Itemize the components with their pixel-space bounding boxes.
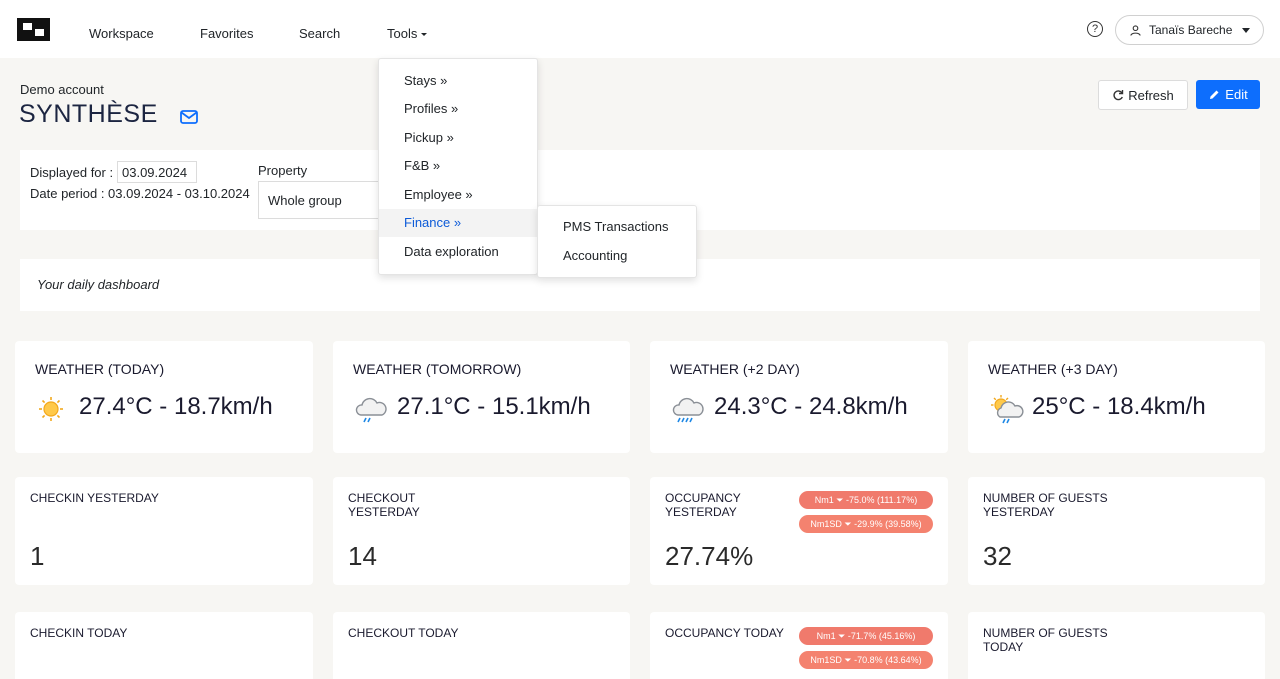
weather-card: WEATHER (+3 DAY) 25°C - 18.4km/h (968, 341, 1265, 453)
logo-icon[interactable] (17, 18, 50, 41)
nav-tools-label: Tools (387, 26, 418, 41)
weather-card: WEATHER (TODAY) 27.4°C - 18.7km/h (15, 341, 313, 453)
weather-value: 25°C - 18.4km/h (1032, 393, 1206, 420)
comparison-badge: Nm1 ⏷ -75.0% (111.17%) (799, 491, 933, 509)
kpi-card: CHECKIN YESTERDAY 1 (15, 477, 313, 585)
menu-item-data-exploration[interactable]: Data exploration (379, 238, 537, 266)
menu-item-profiles[interactable]: Profiles » (379, 95, 537, 123)
nav-search[interactable]: Search (299, 26, 340, 41)
property-label: Property (258, 163, 308, 178)
kpi-card: OCCUPANCY YESTERDAY Nm1 ⏷ -75.0% (111.17… (650, 477, 948, 585)
edit-label: Edit (1225, 87, 1248, 102)
menu-item-accounting[interactable]: Accounting (538, 242, 696, 270)
displayed-for-label: Displayed for : (30, 165, 114, 180)
property-select[interactable]: Whole group (258, 181, 398, 219)
weather-value: 24.3°C - 24.8km/h (714, 393, 908, 420)
menu-item-pickup[interactable]: Pickup » (379, 124, 537, 152)
weather-card: WEATHER (+2 DAY) 24.3°C - 24.8km/h (650, 341, 948, 453)
kpi-title: NUMBER OF GUESTS YESTERDAY (983, 491, 1108, 519)
help-icon[interactable]: ? (1087, 21, 1103, 37)
kpi-value: 32 (983, 541, 1012, 571)
date-period-text: Date period : 03.09.2024 - 03.10.2024 (30, 186, 250, 201)
kpi-card: CHECKOUT TODAY (333, 612, 630, 679)
comparison-badge: Nm1 ⏷ -71.7% (45.16%) (799, 627, 933, 645)
rain-cloud-icon (355, 397, 387, 423)
menu-item-fnb[interactable]: F&B » (379, 152, 537, 180)
refresh-label: Refresh (1128, 87, 1174, 103)
kpi-card: NUMBER OF GUESTS TODAY (968, 612, 1265, 679)
kpi-title: OCCUPANCY TODAY (665, 626, 784, 640)
user-icon (1130, 24, 1141, 36)
weather-title: WEATHER (TOMORROW) (353, 361, 522, 377)
menu-item-pms-transactions[interactable]: PMS Transactions (538, 213, 696, 241)
user-menu-button[interactable]: Tanaïs Bareche (1115, 15, 1264, 45)
weather-title: WEATHER (+3 DAY) (988, 361, 1118, 377)
menu-item-finance[interactable]: Finance » (379, 209, 537, 237)
caret-down-icon (1242, 27, 1251, 33)
kpi-card: NUMBER OF GUESTS YESTERDAY 32 (968, 477, 1265, 585)
sun-cloud-rain-icon (991, 395, 1024, 424)
kpi-value: 14 (348, 541, 377, 571)
refresh-icon (1113, 90, 1124, 101)
refresh-button[interactable]: Refresh (1098, 80, 1188, 110)
edit-button[interactable]: Edit (1196, 80, 1260, 109)
kpi-title: OCCUPANCY YESTERDAY (665, 491, 741, 519)
user-name: Tanaïs Bareche (1149, 23, 1233, 37)
nav-tools[interactable]: Tools (387, 26, 428, 41)
top-navbar: Workspace Favorites Search Tools ? Tanaï… (0, 0, 1280, 58)
menu-item-stays[interactable]: Stays » (379, 67, 537, 95)
nav-favorites[interactable]: Favorites (200, 26, 253, 41)
envelope-icon[interactable] (180, 110, 198, 124)
finance-submenu: PMS Transactions Accounting (537, 205, 697, 278)
kpi-card: CHECKOUT YESTERDAY 14 (333, 477, 630, 585)
tools-dropdown-menu: Stays » Profiles » Pickup » F&B » Employ… (378, 58, 538, 275)
weather-value: 27.4°C - 18.7km/h (79, 393, 273, 420)
date-input[interactable]: 03.09.2024 (117, 161, 197, 183)
kpi-card: CHECKIN TODAY (15, 612, 313, 679)
kpi-title: CHECKIN YESTERDAY (30, 491, 159, 505)
sun-icon (39, 397, 63, 421)
page-title: SYNTHÈSE (19, 100, 158, 128)
caret-down-icon (421, 33, 428, 37)
kpi-title: CHECKOUT TODAY (348, 626, 459, 640)
comparison-badge: Nm1SD ⏷ -29.9% (39.58%) (799, 515, 933, 533)
comparison-badge: Nm1SD ⏷ -70.8% (43.64%) (799, 651, 933, 669)
pencil-icon (1210, 90, 1219, 99)
weather-value: 27.1°C - 15.1km/h (397, 393, 591, 420)
kpi-value: 1 (30, 541, 45, 571)
weather-card: WEATHER (TOMORROW) 27.1°C - 15.1km/h (333, 341, 630, 453)
nav-workspace[interactable]: Workspace (89, 26, 154, 41)
weather-title: WEATHER (TODAY) (35, 361, 165, 377)
heavy-rain-cloud-icon (672, 397, 704, 423)
kpi-title: CHECKOUT YESTERDAY (348, 491, 420, 519)
account-label: Demo account (20, 82, 104, 97)
kpi-card: OCCUPANCY TODAY Nm1 ⏷ -71.7% (45.16%) Nm… (650, 612, 948, 679)
kpi-title: CHECKIN TODAY (30, 626, 128, 640)
kpi-title: NUMBER OF GUESTS TODAY (983, 626, 1108, 654)
kpi-value: 27.74% (665, 541, 754, 571)
menu-item-employee[interactable]: Employee » (379, 181, 537, 209)
weather-title: WEATHER (+2 DAY) (670, 361, 800, 377)
daily-dashboard-text: Your daily dashboard (37, 277, 160, 292)
